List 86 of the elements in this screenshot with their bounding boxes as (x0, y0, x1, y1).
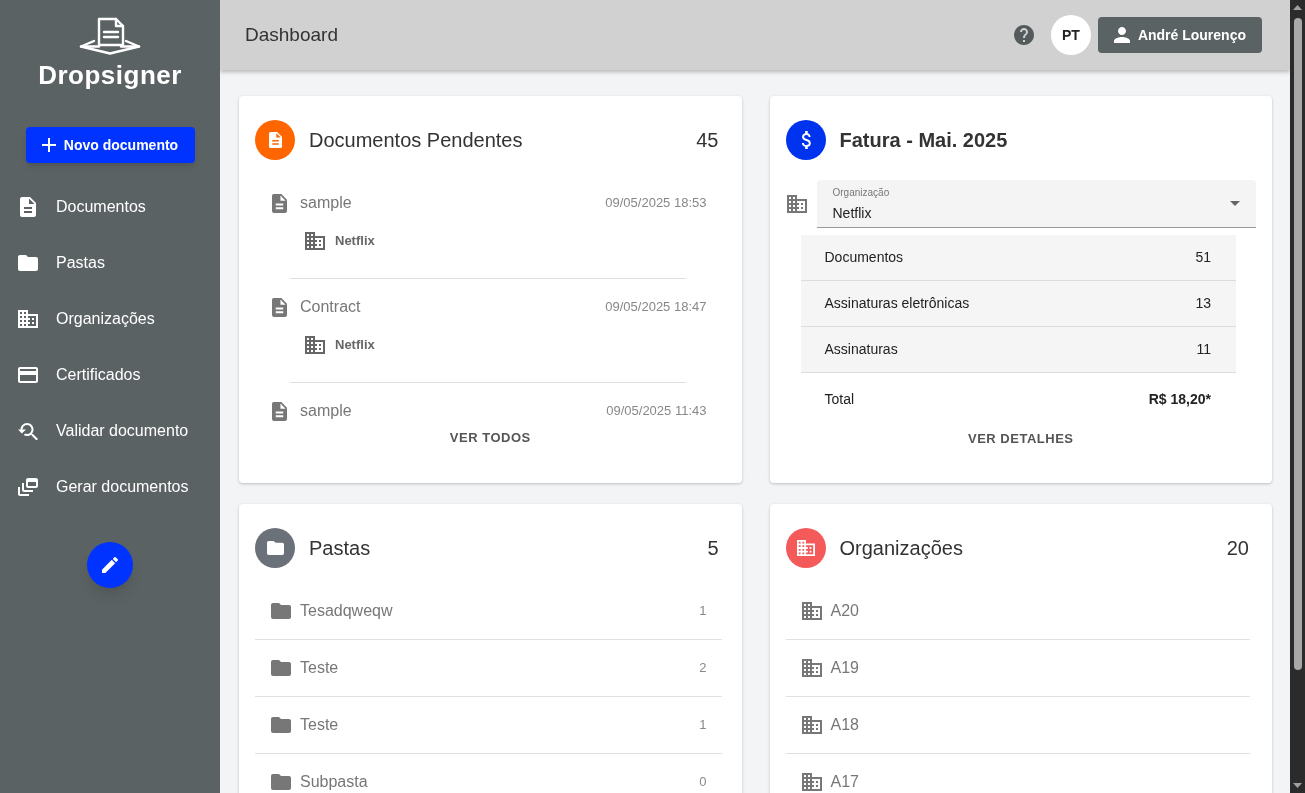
total-label: Total (824, 389, 855, 409)
folder-icon (255, 528, 295, 568)
folder-icon (271, 774, 291, 790)
plus-icon (41, 138, 56, 152)
dropdown-caret-icon (1230, 201, 1240, 206)
document-icon (20, 197, 36, 217)
organization-name: Netflix (335, 232, 375, 251)
nav-item[interactable]: Gerar documentos (18, 467, 189, 507)
document-icon (272, 401, 287, 421)
floating-label: Organização (832, 186, 890, 199)
organization-name[interactable]: A18 (830, 713, 859, 737)
document-name[interactable]: sample (300, 191, 352, 215)
document-icon (272, 297, 287, 317)
invoice-label: Assinaturas (824, 340, 898, 359)
scrollbar[interactable] (1290, 0, 1305, 793)
folder-icon (271, 603, 291, 619)
folder-icon (18, 255, 38, 271)
text-button[interactable]: VER DETALHES (960, 425, 1082, 453)
scrollbar-thumb[interactable] (1293, 18, 1302, 670)
nav-item[interactable]: Validar documento (18, 411, 189, 451)
document-date: 09/05/2025 11:43 (606, 402, 707, 421)
folder-name[interactable]: Teste (300, 713, 339, 737)
search-icon (18, 422, 38, 440)
edit-button[interactable] (87, 542, 133, 588)
folder-count: 1 (699, 716, 707, 735)
folder-count: 1 (699, 602, 707, 621)
organization-name[interactable]: A17 (830, 770, 859, 793)
building-icon (801, 773, 822, 791)
scroll-up-icon[interactable] (1293, 5, 1302, 10)
invoice-value: 51 (1195, 248, 1211, 267)
stacked-pages-icon (18, 478, 38, 496)
card-title: Fatura - Mai. 2025 (839, 128, 1008, 153)
building-icon (801, 659, 822, 677)
nav-item[interactable]: Organizações (18, 299, 155, 339)
nav-item[interactable]: Certificados (18, 355, 141, 395)
invoice-value: 13 (1195, 294, 1211, 313)
building-icon (785, 528, 826, 568)
scroll-down-icon[interactable] (1293, 783, 1302, 788)
building-icon (18, 310, 38, 328)
credit-card-icon (18, 367, 38, 383)
card-title: Documentos Pendentes (309, 128, 523, 153)
document-date: 09/05/2025 18:47 (605, 298, 707, 317)
organization-name[interactable]: A20 (830, 599, 859, 623)
text-button[interactable]: VER TODOS (441, 424, 539, 452)
document-name[interactable]: Contract (300, 295, 361, 319)
help-icon[interactable] (1013, 25, 1034, 45)
organization-name[interactable]: A19 (830, 656, 859, 680)
folder-name[interactable]: Tesadqweqw (300, 599, 393, 623)
folder-count: 0 (699, 773, 707, 792)
person-icon (1113, 27, 1130, 43)
folder-name[interactable]: Subpasta (300, 770, 368, 793)
page-title: Dashboard (245, 22, 338, 47)
invoice-label: Assinaturas eletrônicas (824, 294, 970, 313)
folder-icon (271, 717, 291, 733)
card-count: 45 (696, 128, 719, 153)
building-icon (801, 716, 822, 734)
organization-name: Netflix (335, 336, 375, 355)
new-document-button[interactable]: Novo documento (25, 127, 195, 163)
document-tray-logo-icon (79, 17, 141, 55)
building-icon (305, 336, 325, 354)
pencil-icon (102, 557, 118, 573)
document-date: 09/05/2025 18:53 (605, 194, 707, 213)
document-icon (255, 120, 295, 160)
folder-icon (271, 660, 291, 676)
document-name[interactable]: sample (300, 399, 352, 423)
building-icon (786, 195, 807, 213)
brand-name: Dropsigner (38, 62, 182, 88)
folder-count: 2 (699, 659, 707, 678)
card-title: Pastas (309, 536, 371, 561)
invoice-label: Documentos (824, 248, 904, 267)
building-icon (801, 602, 822, 620)
card-count: 5 (707, 536, 719, 561)
card-count: 20 (1226, 536, 1249, 561)
nav-item[interactable]: Pastas (18, 243, 105, 283)
building-icon (305, 232, 325, 250)
document-icon (272, 193, 287, 213)
organization-select[interactable]: Organização Netflix (816, 180, 1256, 228)
total-value: R$ 18,20* (1148, 389, 1211, 409)
select-value: Netflix (832, 204, 873, 221)
user-menu-button[interactable]: André Lourenço (1097, 17, 1262, 53)
invoice-value: 11 (1196, 340, 1211, 359)
user-avatar[interactable]: PT (1050, 15, 1091, 55)
folder-name[interactable]: Teste (300, 656, 339, 680)
card-title: Organizações (839, 536, 963, 561)
dollar-icon (785, 120, 826, 160)
nav-item[interactable]: Documentos (18, 187, 146, 227)
